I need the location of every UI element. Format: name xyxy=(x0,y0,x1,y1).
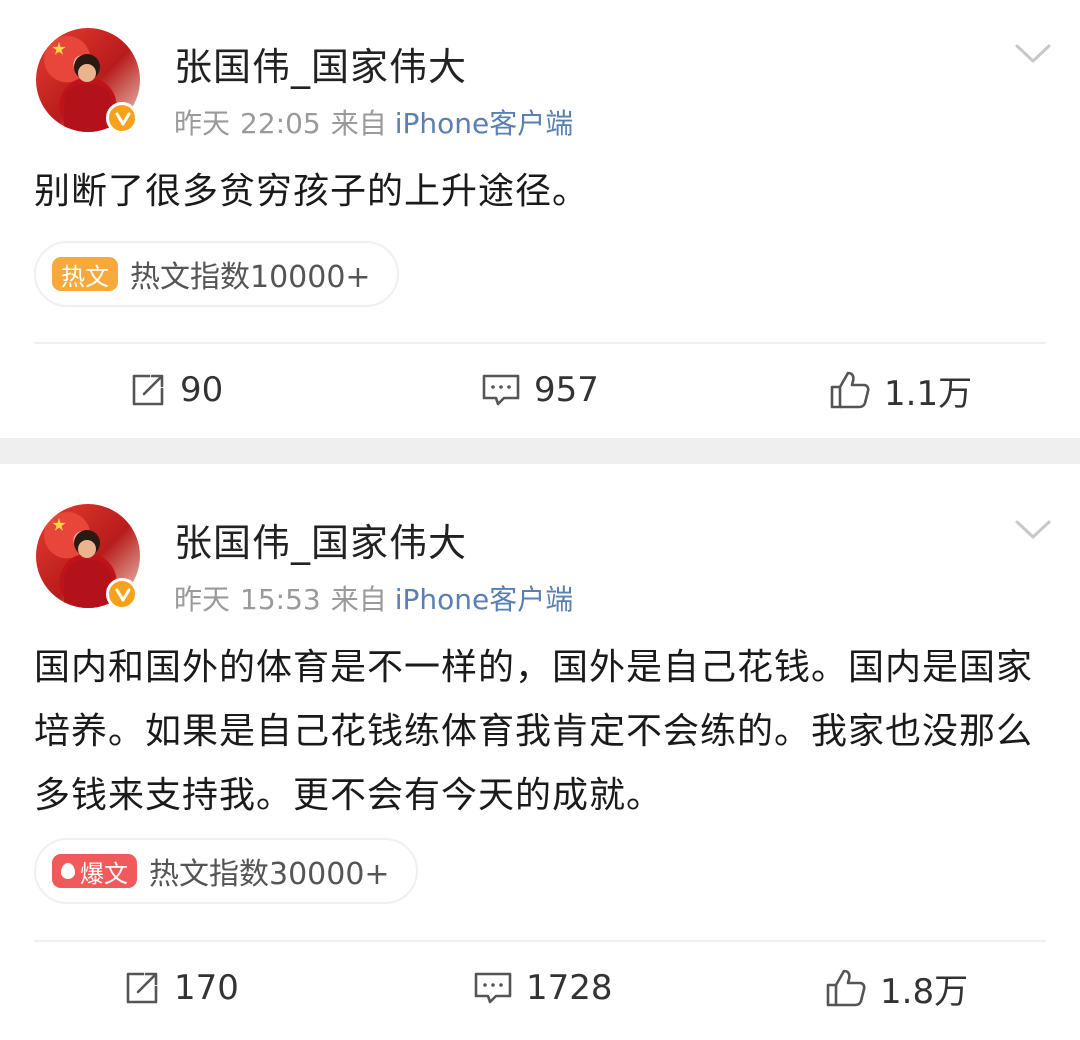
source-prefix: 来自 xyxy=(330,107,387,140)
comment-button[interactable]: 957 xyxy=(480,360,599,420)
repost-button[interactable]: 170 xyxy=(122,958,239,1018)
post-separator xyxy=(0,438,1080,464)
like-button[interactable]: 1.8万 xyxy=(824,958,968,1018)
repost-icon xyxy=(132,374,164,406)
post-time: 22:05 xyxy=(240,107,321,140)
comment-button[interactable]: 1728 xyxy=(472,958,613,1018)
divider xyxy=(34,940,1046,942)
comment-icon xyxy=(482,374,520,406)
avatar-figure-face xyxy=(78,64,96,82)
flag-star-decoration xyxy=(52,518,66,531)
verified-badge-icon xyxy=(106,102,138,134)
divider xyxy=(34,342,1046,344)
comment-icon xyxy=(474,972,512,1004)
hot-index-text: 热文指数30000+ xyxy=(149,857,390,892)
flag-star-decoration xyxy=(52,42,66,55)
hot-badge: 爆文 xyxy=(52,854,137,888)
thumbs-up-icon xyxy=(826,969,866,1007)
like-button[interactable]: 1.1万 xyxy=(828,360,972,420)
source-link[interactable]: iPhone客户端 xyxy=(395,583,574,616)
chevron-down-icon[interactable] xyxy=(1014,518,1052,542)
repost-button[interactable]: 90 xyxy=(128,360,223,420)
post-content: 别断了很多贫穷孩子的上升途径。 xyxy=(34,171,590,212)
post-card[interactable]: 张国伟_国家伟大 昨天 22:05 来自 iPhone客户端 别断了很多贫穷孩子的上升… xyxy=(0,0,1080,438)
post-meta: 昨天 22:05 来自 iPhone客户端 xyxy=(174,102,583,142)
verified-badge-icon xyxy=(106,578,138,610)
hot-badge-label: 热文 xyxy=(61,262,109,291)
hot-badge: 热文 xyxy=(52,257,118,291)
username[interactable]: 张国伟_国家伟大 xyxy=(174,36,467,91)
post-date: 昨天 xyxy=(174,583,231,616)
post-time: 15:53 xyxy=(240,583,321,616)
repost-count: 170 xyxy=(174,968,239,1008)
comment-count: 1728 xyxy=(526,968,613,1008)
weibo-feed: 张国伟_国家伟大 昨天 22:05 来自 iPhone客户端 别断了很多贫穷孩子的上升… xyxy=(0,0,1080,1040)
repost-count: 90 xyxy=(180,370,224,410)
hot-badge-label: 爆文 xyxy=(80,859,128,888)
source-prefix: 来自 xyxy=(330,583,387,616)
action-bar: 170 1728 1.8万 xyxy=(0,958,1080,1018)
avatar-figure-body xyxy=(64,84,112,132)
thumbs-up-icon xyxy=(830,371,870,409)
chevron-down-icon[interactable] xyxy=(1014,42,1052,66)
post-content: 国内和国外的体育是不一样的，国外是自己花钱。国内是国家培养。如果是自己花钱练体育… xyxy=(34,647,1034,816)
source-link[interactable]: iPhone客户端 xyxy=(395,107,574,140)
post-meta: 昨天 15:53 来自 iPhone客户端 xyxy=(174,578,583,618)
hot-index-text: 热文指数10000+ xyxy=(130,260,371,295)
flame-icon xyxy=(61,863,75,879)
hot-index-pill[interactable]: 热文 热文指数10000+ xyxy=(34,241,399,307)
username[interactable]: 张国伟_国家伟大 xyxy=(174,512,467,567)
post-date: 昨天 xyxy=(174,107,231,140)
post-card[interactable]: 张国伟_国家伟大 昨天 15:53 来自 iPhone客户端 国内和国外的体育是不一样… xyxy=(0,464,1080,1040)
like-count: 1.8万 xyxy=(880,971,969,1012)
hot-index-pill[interactable]: 爆文 热文指数30000+ xyxy=(34,838,418,904)
comment-count: 957 xyxy=(534,370,599,410)
action-bar: 90 957 1.1万 xyxy=(0,360,1080,420)
like-count: 1.1万 xyxy=(884,373,973,414)
avatar-figure-body xyxy=(64,560,112,608)
avatar-figure-face xyxy=(78,540,96,558)
repost-icon xyxy=(126,972,158,1004)
